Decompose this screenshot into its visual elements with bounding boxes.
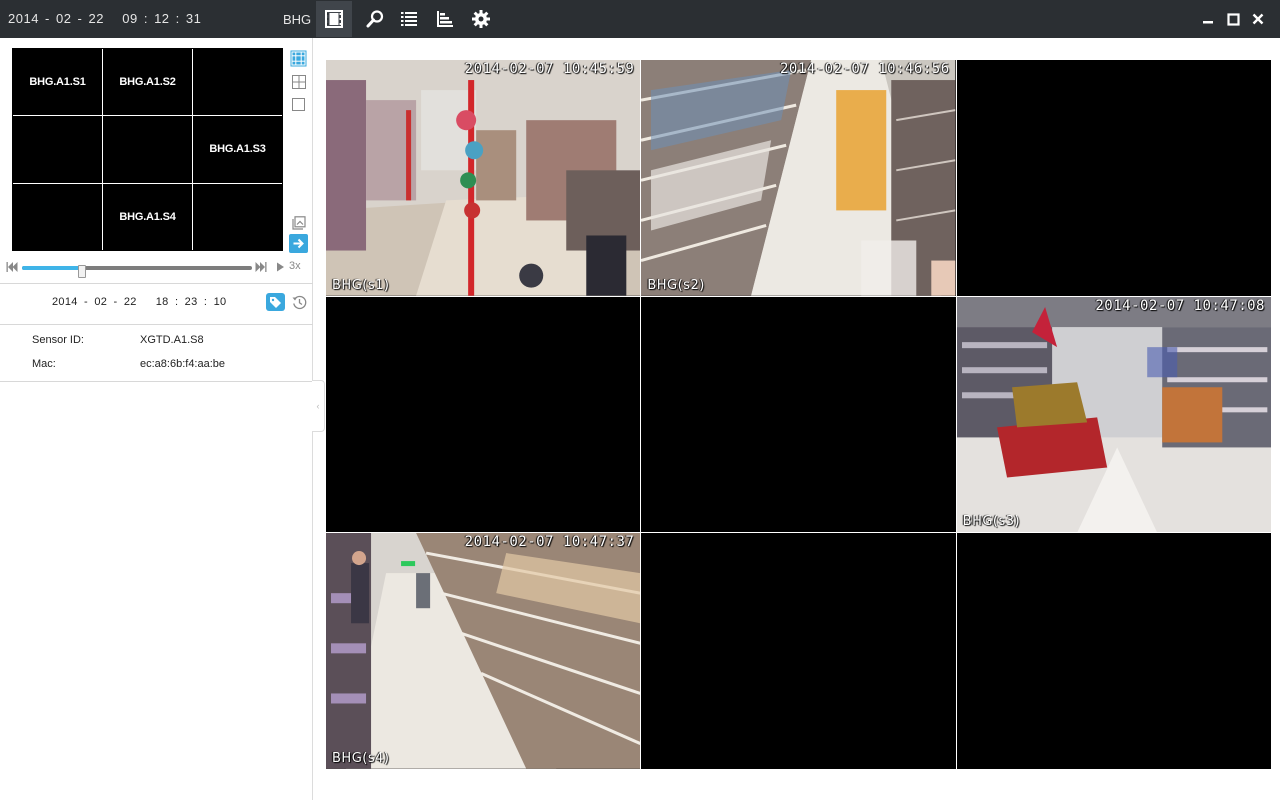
grid-2x2-icon[interactable]	[289, 72, 308, 91]
camera-feed-image	[956, 296, 1271, 533]
maximize-button[interactable]	[1224, 10, 1242, 28]
sidebar-collapse-handle[interactable]: ‹	[312, 380, 325, 432]
sensor-id-value: XGTD.A1.S8	[140, 334, 204, 346]
camera-view[interactable]: 2014-02-07 10:47:08 BHG(s3)	[956, 296, 1271, 533]
camera-view[interactable]: 2014-02-07 10:45:59 BHG(s1)	[326, 60, 641, 296]
current-clock: 2014 - 02 - 22 09 : 12 : 31	[8, 11, 202, 26]
history-button[interactable]	[291, 294, 307, 310]
camera-view-empty[interactable]	[641, 533, 956, 769]
close-button[interactable]	[1249, 10, 1267, 28]
divider	[0, 283, 313, 284]
camera-view[interactable]: 2014-02-07 10:47:37 BHG(s4)	[326, 533, 641, 769]
playback-progress	[22, 266, 82, 270]
preview-cell[interactable]	[103, 116, 192, 183]
arrow-right-icon[interactable]	[289, 234, 308, 253]
camera-timestamp: 2014-02-07 10:47:37	[464, 534, 635, 551]
camera-view-empty[interactable]	[641, 296, 956, 533]
grid-3x3-icon[interactable]	[289, 49, 308, 68]
preview-cell[interactable]: BHG.A1.S2	[103, 49, 192, 116]
minimize-button[interactable]	[1199, 10, 1217, 28]
camera-timestamp: 2014-02-07 10:47:08	[1095, 297, 1265, 314]
playback-speed[interactable]: 3x	[289, 260, 301, 272]
preview-cell[interactable]	[13, 183, 102, 250]
camera-label: BHG(s3)	[962, 514, 1021, 530]
preview-cell[interactable]: BHG.A1.S3	[193, 116, 282, 183]
camera-label: BHG(s4)	[332, 751, 390, 766]
play-icon[interactable]	[276, 262, 285, 272]
camera-label: BHG(s2)	[647, 277, 705, 293]
film-icon[interactable]	[316, 1, 352, 37]
camera-label: BHG(s1)	[332, 277, 390, 293]
camera-grid: 2014-02-07 10:45:59 BHG(s1) 2014-02-07 1…	[326, 60, 1271, 769]
playback-slider[interactable]	[22, 265, 252, 278]
camera-feed-image	[326, 60, 641, 296]
site-name: BHG	[283, 12, 312, 27]
camera-timestamp: 2014-02-07 10:46:56	[780, 61, 950, 77]
preview-cell[interactable]	[193, 49, 282, 116]
fast-forward-icon[interactable]	[255, 261, 267, 273]
camera-view-empty[interactable]	[326, 296, 641, 533]
layout-preview-grid: BHG.A1.S1 BHG.A1.S2 BHG.A1.S3 BHG.A1.S4	[12, 48, 283, 251]
divider	[0, 324, 313, 325]
divider	[0, 381, 313, 382]
camera-view[interactable]: 2014-02-07 10:46:56 BHG(s2)	[641, 60, 956, 296]
sensor-id-label: Sensor ID:	[32, 334, 84, 346]
search-icon[interactable]	[357, 1, 393, 37]
preview-cell[interactable]	[13, 116, 102, 183]
preview-cell[interactable]	[193, 183, 282, 250]
mac-label: Mac:	[32, 358, 56, 370]
camera-view-empty[interactable]	[956, 60, 1271, 296]
top-bar: 2014 - 02 - 22 09 : 12 : 31 BHG	[0, 0, 1280, 38]
camera-feed-image	[326, 533, 641, 769]
single-view-icon[interactable]	[289, 95, 308, 114]
tag-icon	[270, 296, 281, 308]
preview-cell[interactable]: BHG.A1.S1	[13, 49, 102, 116]
mac-value: ec:a8:6b:f4:aa:be	[140, 358, 226, 370]
sidebar: BHG.A1.S1 BHG.A1.S2 BHG.A1.S3 BHG.A1.S4 …	[0, 38, 313, 800]
bar-chart-icon[interactable]	[427, 1, 463, 37]
preview-cell[interactable]: BHG.A1.S4	[103, 183, 192, 250]
playback-transport: 3x	[6, 260, 306, 278]
tag-button[interactable]	[266, 293, 285, 311]
camera-timestamp: 2014-02-07 10:45:59	[464, 61, 635, 77]
list-icon[interactable]	[391, 1, 427, 37]
image-export-icon[interactable]	[289, 213, 308, 232]
playback-slider-thumb[interactable]	[77, 265, 86, 278]
camera-view-empty[interactable]	[956, 533, 1271, 769]
rewind-icon[interactable]	[6, 261, 18, 273]
history-icon	[292, 295, 306, 309]
gear-icon[interactable]	[463, 1, 499, 37]
camera-feed-image	[641, 60, 956, 296]
playback-datetime: 2014 - 02 - 22 18 : 23 : 10	[52, 296, 227, 308]
